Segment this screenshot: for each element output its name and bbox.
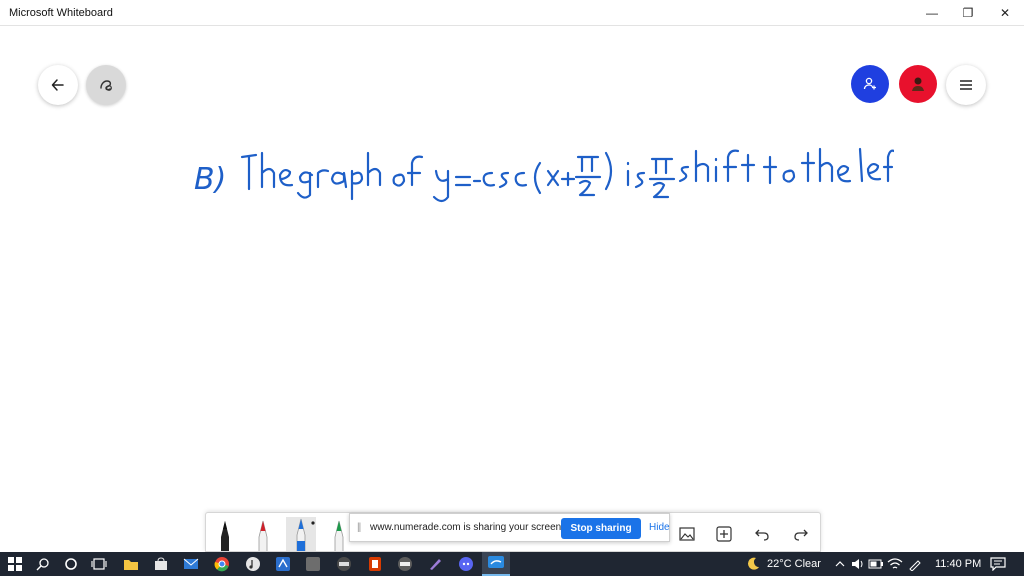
discord-icon (459, 557, 473, 571)
ink-beautify-button[interactable] (86, 65, 126, 105)
redo-button[interactable] (790, 523, 812, 545)
store-icon (155, 557, 167, 570)
close-icon: ✕ (999, 6, 1011, 20)
app-button-4[interactable] (396, 555, 414, 573)
green-pen[interactable] (328, 517, 350, 551)
restore-icon: ❐ (962, 6, 974, 20)
cortana-button[interactable] (62, 555, 80, 573)
undo-icon (755, 529, 769, 541)
app-icon-gray (306, 557, 320, 571)
invite-button[interactable] (851, 65, 889, 103)
chrome-button[interactable] (213, 555, 231, 573)
hamburger-menu-icon (960, 80, 972, 90)
cortana-icon (65, 558, 77, 570)
stop-sharing-button[interactable]: Stop sharing (561, 518, 641, 539)
clock[interactable]: 11:40 PM (935, 558, 981, 570)
user-avatar[interactable] (899, 65, 937, 103)
ink-beautify-icon (100, 80, 112, 91)
office-icon (369, 557, 381, 571)
chrome-icon (214, 557, 229, 572)
minimize-icon: — (926, 6, 938, 20)
red-pen[interactable] (252, 517, 274, 551)
blue-pen-icon (296, 518, 315, 551)
app-icon-circle (398, 557, 412, 571)
avatar-icon (912, 77, 924, 91)
chevron-up-icon (835, 561, 845, 567)
drag-handle-icon[interactable]: || (357, 522, 361, 533)
app-icon-pen (430, 559, 441, 570)
green-pen-icon (334, 520, 344, 551)
pen-settings-button[interactable] (906, 555, 924, 573)
search-button[interactable] (34, 555, 52, 573)
hide-link[interactable]: Hide (649, 522, 670, 533)
office-button[interactable] (366, 555, 384, 573)
store-button[interactable] (152, 555, 170, 573)
screen-share-notice: || www.numerade.com is sharing your scre… (349, 513, 670, 542)
windows-logo-icon (8, 557, 22, 571)
app-button-1[interactable] (274, 555, 292, 573)
music-app-button[interactable] (244, 555, 262, 573)
add-content-button[interactable] (713, 523, 735, 545)
wifi-icon (887, 558, 903, 569)
window-title: Microsoft Whiteboard (9, 7, 113, 19)
app-icon-dark (337, 557, 351, 571)
share-message: www.numerade.com is sharing your screen. (370, 522, 564, 533)
whiteboard-canvas[interactable]: B) (0, 27, 1024, 552)
discord-button[interactable] (457, 555, 475, 573)
show-hidden-icons-button[interactable] (831, 555, 849, 573)
undo-button[interactable] (751, 523, 773, 545)
menu-button[interactable] (946, 65, 986, 105)
redo-icon (794, 529, 808, 541)
file-explorer-button[interactable] (122, 555, 140, 573)
ink-label: B) (194, 162, 226, 197)
title-bar: Microsoft Whiteboard — ❐ ✕ (0, 0, 1024, 26)
weather-button[interactable] (744, 555, 762, 573)
app-button-3[interactable] (335, 555, 353, 573)
task-view-button[interactable] (90, 555, 108, 573)
ink-strokes: B) (194, 147, 896, 203)
notification-icon (990, 557, 1006, 571)
maximize-button[interactable]: ❐ (949, 0, 987, 26)
whiteboard-taskbar-button[interactable] (482, 552, 510, 576)
battery-icon (868, 559, 883, 569)
notifications-button[interactable] (989, 555, 1007, 573)
close-button[interactable]: ✕ (986, 0, 1024, 26)
handwritten-note[interactable]: B) (194, 123, 896, 203)
battery-button[interactable] (867, 555, 885, 573)
weather-text[interactable]: 22°C Clear (767, 558, 821, 570)
search-icon (36, 558, 49, 571)
start-button[interactable] (6, 555, 24, 573)
windows-taskbar: 22°C Clear 11:40 PM (0, 552, 1024, 576)
moon-icon (748, 557, 759, 570)
blue-pen-selected[interactable] (286, 517, 316, 551)
folder-icon (124, 560, 138, 570)
music-icon (246, 557, 260, 571)
add-icon (716, 526, 732, 542)
volume-button[interactable] (849, 555, 867, 573)
mail-button[interactable] (182, 555, 200, 573)
black-pen-icon (221, 521, 229, 551)
app-button-5[interactable] (426, 555, 444, 573)
minimize-button[interactable]: — (913, 0, 951, 26)
add-person-icon (863, 77, 876, 90)
back-button[interactable] (38, 65, 78, 105)
app-icon-blue (276, 557, 290, 571)
image-icon (679, 527, 695, 541)
whiteboard-icon (488, 556, 504, 568)
task-view-icon (91, 558, 107, 570)
mail-icon (183, 558, 199, 569)
red-pen-icon (258, 520, 268, 551)
pen-icon (909, 560, 921, 571)
app-button-2[interactable] (304, 555, 322, 573)
insert-image-button[interactable] (676, 523, 698, 545)
speaker-icon (852, 559, 863, 569)
ink-sentence (240, 147, 896, 203)
wifi-button[interactable] (886, 555, 904, 573)
back-arrow-icon (51, 79, 64, 91)
black-pen[interactable] (214, 517, 236, 551)
